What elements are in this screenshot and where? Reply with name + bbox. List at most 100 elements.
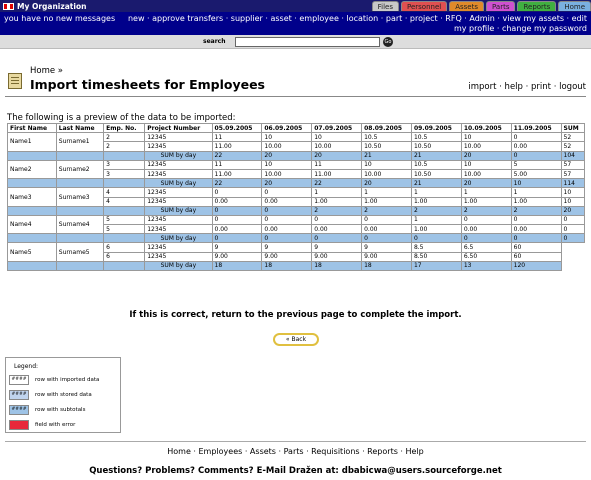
- table-cell: 0.00: [361, 224, 412, 235]
- subtotal-cell: 114: [560, 178, 586, 189]
- footer-links[interactable]: Home · Employees · Assets · Parts · Requ…: [0, 447, 591, 456]
- table-cell: 52: [560, 132, 586, 143]
- table-cell: 0: [510, 132, 562, 143]
- table-row: Name5 Surname5 6 12345 9 9 9 9 8.5 6.5 60: [7, 242, 585, 262]
- table-cell: 5: [103, 224, 146, 235]
- table-cell: 5.00: [510, 168, 562, 180]
- legend-item: #### row with subtotals: [9, 404, 85, 415]
- subtotal-spacer: [7, 150, 57, 161]
- table-cell: 6: [103, 251, 146, 262]
- subtotal-label: SUM by day: [144, 150, 213, 161]
- table-cell: 11: [211, 159, 263, 170]
- table-cell: 1: [410, 214, 462, 226]
- search-input[interactable]: [235, 37, 380, 47]
- subtotal-cell: 0: [211, 205, 263, 216]
- table-cell: 0.00: [211, 224, 263, 235]
- legend-swatch: ####: [9, 404, 29, 415]
- module-tab[interactable]: Reports: [517, 1, 557, 11]
- subtotal-label: SUM by day: [144, 178, 213, 189]
- module-tab[interactable]: Personnel: [401, 1, 448, 11]
- table-cell: 0.00: [211, 196, 263, 207]
- legend-item: #### row with imported data: [9, 374, 99, 385]
- table-cell: 1.00: [510, 196, 562, 207]
- subtotal-cell: 0: [560, 233, 586, 244]
- back-button[interactable]: « Back: [273, 333, 319, 346]
- table-cell: 12345: [144, 187, 213, 198]
- table-cell: 0.00: [510, 224, 562, 235]
- legend-item: field with error: [9, 419, 75, 430]
- table-cell: 8.50: [410, 251, 462, 262]
- subtotal-spacer: [7, 205, 57, 216]
- subtotal-cell: 22: [211, 150, 263, 161]
- table-cell: 10: [311, 132, 363, 143]
- module-tab[interactable]: Assets: [449, 1, 484, 11]
- legend-label: row with stored data: [35, 391, 92, 398]
- table-cell: 0: [211, 187, 263, 198]
- table-cell: 0: [261, 187, 313, 198]
- page-actions[interactable]: import · help · print · logout: [468, 82, 586, 92]
- subtotal-row: SUM by day 22 20 22 20 21 20 10 114: [7, 178, 586, 189]
- table-cell: 10: [560, 196, 586, 207]
- table-cell: 60: [510, 242, 562, 253]
- table-cell: 10: [261, 159, 313, 170]
- subtotal-cell: 20: [311, 150, 363, 161]
- module-tab[interactable]: Files: [371, 1, 399, 11]
- subtotal-row: SUM by day 0 0 0 0 0 0 0 0: [7, 233, 586, 244]
- subtotal-cell: 0: [460, 233, 512, 244]
- legend-label: row with imported data: [35, 376, 100, 383]
- subtotal-cell: 2: [311, 205, 363, 216]
- table-cell: 6.50: [460, 251, 512, 262]
- table-cell: 0.00: [460, 224, 512, 235]
- divider: [5, 96, 586, 97]
- subtotal-cell: 120: [510, 260, 562, 272]
- column-header: 09.09.2005: [410, 122, 462, 134]
- column-header: 06.09.2005: [261, 122, 313, 134]
- table-cell: 0.00: [261, 224, 313, 235]
- table-cell: 11.00: [211, 141, 263, 152]
- table-cell: 0: [311, 214, 363, 226]
- legend-label: row with subtotals: [35, 406, 86, 413]
- table-cell: 10.50: [410, 168, 462, 180]
- table-cell: 11.00: [311, 168, 363, 180]
- table-cell: 10: [361, 159, 412, 170]
- table-cell: 10.00: [261, 168, 313, 180]
- subtotal-spacer: [103, 205, 146, 216]
- table-cell: 1: [510, 187, 562, 198]
- nav-links[interactable]: new · approve transfers · supplier · ass…: [117, 14, 587, 34]
- table-cell: 12345: [144, 214, 213, 226]
- messages-link[interactable]: you have no new messages: [4, 14, 124, 24]
- column-header: Emp. No.: [103, 122, 146, 134]
- table-cell: 0: [361, 214, 412, 226]
- table-cell: 1: [410, 187, 462, 198]
- table-cell: 0: [460, 214, 512, 226]
- column-header: 07.09.2005: [311, 122, 363, 134]
- search-go-button[interactable]: Go: [383, 37, 393, 47]
- subtotal-cell: 10: [510, 178, 562, 189]
- table-cell: 6.5: [460, 242, 512, 253]
- table-cell: 10.00: [311, 141, 363, 152]
- table-row: Name1 Surname1 2 12345 11 10 10 10.5 10.5 10 0 52: [7, 132, 586, 152]
- legend-swatch: ####: [9, 374, 29, 385]
- subtotal-cell: 20: [460, 178, 512, 189]
- table-cell: 0.00: [261, 196, 313, 207]
- last-name-cell: Surname3: [55, 187, 105, 207]
- table-cell: 1.00: [311, 196, 363, 207]
- subtotal-cell: 21: [410, 150, 462, 161]
- table-cell: 3: [103, 168, 146, 180]
- table-cell: 10: [460, 159, 512, 170]
- column-header: 10.09.2005: [460, 122, 512, 134]
- table-cell: 1: [460, 187, 512, 198]
- table-cell: 57: [560, 168, 586, 180]
- table-cell: 9: [311, 242, 363, 253]
- module-tab[interactable]: Parts: [486, 1, 516, 11]
- page-title: Import timesheets for Employees: [30, 77, 265, 92]
- table-cell: 0: [211, 214, 263, 226]
- subtotal-cell: 0: [261, 233, 313, 244]
- module-tab[interactable]: Home: [558, 1, 591, 11]
- breadcrumb[interactable]: Home »: [30, 66, 63, 76]
- table-row: Name3 Surname3 4 12345 0 0 1 1 1 1 1 10: [7, 187, 586, 207]
- subtotal-spacer: [103, 260, 146, 272]
- column-header: Project Number: [144, 122, 213, 134]
- subtotal-row: SUM by day 0 0 2 2 2 2 2 20: [7, 205, 586, 216]
- subtotal-spacer: [55, 178, 105, 189]
